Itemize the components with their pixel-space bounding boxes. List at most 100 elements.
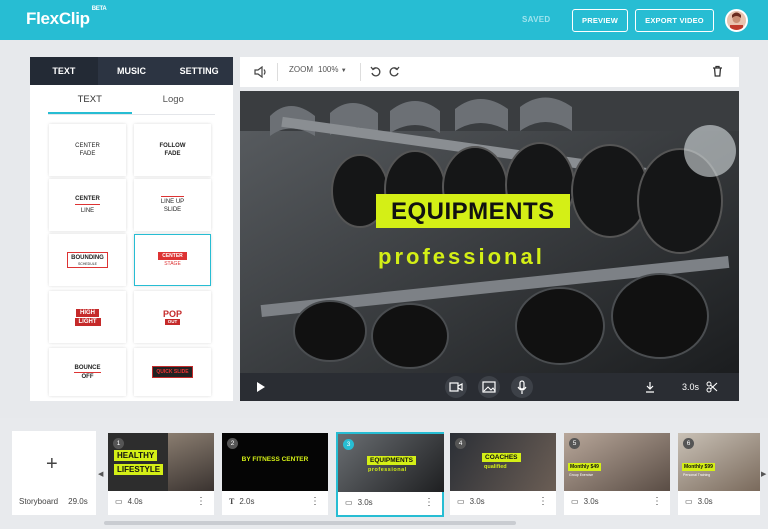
clip-title: Monthly $99 (682, 463, 715, 471)
video-icon: ▭ (685, 497, 693, 506)
top-bar: FlexClip BETA SAVED PREVIEW EXPORT VIDEO (0, 0, 768, 40)
storyboard-clip-2[interactable]: BY FITNESS CENTER 2 T 2.0s ⋮ (222, 433, 328, 515)
video-icon: ▭ (457, 497, 465, 506)
image-icon[interactable] (478, 376, 500, 398)
more-options-icon[interactable]: ⋮ (424, 497, 434, 508)
tile-label: BOUNDING (71, 255, 104, 261)
more-options-icon[interactable]: ⋮ (538, 496, 548, 507)
delete-icon[interactable] (712, 65, 723, 77)
export-video-button[interactable]: EXPORT VIDEO (635, 9, 714, 32)
preview-button[interactable]: PREVIEW (572, 9, 628, 32)
tile-label: SLIDE (163, 207, 182, 213)
subtab-logo[interactable]: Logo (132, 85, 216, 114)
storyboard-clip-1[interactable]: HEALTHY LIFESTYLE 1 ▭ 4.0s ⋮ (108, 433, 214, 515)
tile-label: POP (162, 309, 182, 319)
undo-icon[interactable] (370, 66, 382, 78)
clip-duration-value: 3.0s (697, 497, 713, 506)
storyboard-clip-3[interactable]: EQUIPMENTS professional 3 ▭ 3.0s ⋮ (336, 432, 444, 517)
text-panel: TEXT MUSIC SETTING TEXT Logo CENTER FADE … (30, 57, 233, 401)
tile-label: LINE (80, 208, 95, 214)
divider (277, 63, 278, 81)
microphone-icon[interactable] (511, 376, 533, 398)
tile-label: FADE (79, 151, 96, 157)
tile-label: FADE (164, 151, 181, 157)
template-bounce-off[interactable]: BOUNCE OFF (49, 348, 126, 396)
avatar[interactable] (725, 9, 748, 32)
template-pop-out[interactable]: POP OUT (134, 291, 211, 343)
clip-subtitle: LIFESTYLE (114, 464, 164, 475)
tile-label: CENTER (75, 143, 100, 149)
tile-label: STAGE (164, 261, 181, 267)
template-center-line[interactable]: CENTER LINE (49, 179, 126, 231)
tab-music[interactable]: MUSIC (98, 57, 166, 85)
tile-label: FOLLOW (159, 143, 186, 149)
template-line-up-slide[interactable]: LINE UP SLIDE (134, 179, 211, 231)
clip-title: Monthly $49 (568, 463, 601, 471)
tile-label: HIGH (76, 308, 99, 317)
clip-number: 1 (113, 438, 124, 449)
video-canvas[interactable]: EQUIPMENTS professional (240, 91, 739, 373)
headline-box[interactable]: EQUIPMENTS (376, 194, 570, 228)
template-quick-slide[interactable]: QUICK SLIDE (134, 348, 211, 396)
template-bounding[interactable]: BOUNDING SCHEDULE (49, 234, 126, 286)
zoom-value: 100% (318, 65, 339, 74)
tab-setting[interactable]: SETTING (165, 57, 233, 85)
beta-badge: BETA (91, 6, 107, 13)
scroll-left-icon[interactable]: ◀ (98, 470, 103, 478)
clip-duration[interactable]: 3.0s (682, 382, 699, 392)
volume-icon[interactable] (254, 66, 267, 78)
text-icon: T (229, 497, 235, 506)
video-icon[interactable] (445, 376, 467, 398)
template-follow-fade[interactable]: FOLLOW FADE (134, 124, 211, 176)
clip-number: 6 (683, 438, 694, 449)
split-icon[interactable] (644, 381, 656, 393)
zoom-label: ZOOM (289, 65, 313, 74)
storyboard-title: Storyboard (19, 497, 59, 506)
clip-number: 3 (343, 439, 354, 450)
subtab-text[interactable]: TEXT (48, 85, 132, 114)
tile-label: LIGHT (74, 317, 101, 326)
template-center-fade[interactable]: CENTER FADE (49, 124, 126, 176)
more-options-icon[interactable]: ⋮ (652, 496, 662, 507)
clip-subtitle: professional (368, 467, 407, 473)
template-center-stage[interactable]: CENTER STAGE (134, 234, 211, 286)
storyboard-label: Storyboard 29.0s (19, 497, 88, 506)
storyboard-scrollbar[interactable] (104, 521, 516, 525)
zoom-select[interactable]: 100% ▼ (318, 65, 347, 74)
gym-background-image (240, 91, 739, 373)
clip-subtitle: qualified (484, 464, 507, 470)
bounding-frame: BOUNDING SCHEDULE (67, 252, 108, 268)
storyboard-clip-6[interactable]: Monthly $99 Personal Training 6 ▭ 3.0s (678, 433, 760, 515)
tile-label: CENTER (75, 195, 100, 205)
tile-label: CENTER (158, 252, 187, 260)
play-icon[interactable] (256, 381, 266, 393)
tab-text[interactable]: TEXT (30, 57, 98, 85)
clip-duration-value: 3.0s (357, 498, 373, 507)
clip-duration-value: 2.0s (239, 497, 255, 506)
video-icon: ▭ (345, 498, 353, 507)
tile-label: OFF (81, 373, 94, 380)
clip-duration-value: 4.0s (127, 497, 143, 506)
storyboard-total: 29.0s (68, 497, 88, 506)
clip-number: 4 (455, 438, 466, 449)
subheadline-text[interactable]: professional (378, 244, 545, 270)
clip-duration: ▭ 4.0s (115, 497, 143, 506)
storyboard-clip-5[interactable]: Monthly $49 Group Exercise 5 ▭ 3.0s ⋮ (564, 433, 670, 515)
more-options-icon[interactable]: ⋮ (310, 496, 320, 507)
storyboard-clip-4[interactable]: COACHES qualified 4 ▭ 3.0s ⋮ (450, 433, 556, 515)
divider (360, 63, 361, 81)
add-scene-button[interactable]: + Storyboard 29.0s (12, 431, 96, 515)
tile-label: BOUNCE (74, 364, 101, 373)
template-high-light[interactable]: HIGH LIGHT (49, 291, 126, 343)
app-logo[interactable]: FlexClip BETA (26, 6, 107, 29)
sub-tabs: TEXT Logo (48, 85, 215, 115)
clip-duration: T 2.0s (229, 497, 254, 506)
chevron-down-icon: ▼ (340, 68, 347, 74)
redo-icon[interactable] (388, 66, 400, 78)
scissors-icon[interactable] (706, 381, 718, 393)
more-options-icon[interactable]: ⋮ (196, 496, 206, 507)
clip-title: COACHES (482, 453, 521, 462)
clip-photo (168, 433, 214, 491)
tile-label: QUICK SLIDE (152, 366, 193, 378)
scroll-right-icon[interactable]: ▶ (761, 470, 766, 478)
